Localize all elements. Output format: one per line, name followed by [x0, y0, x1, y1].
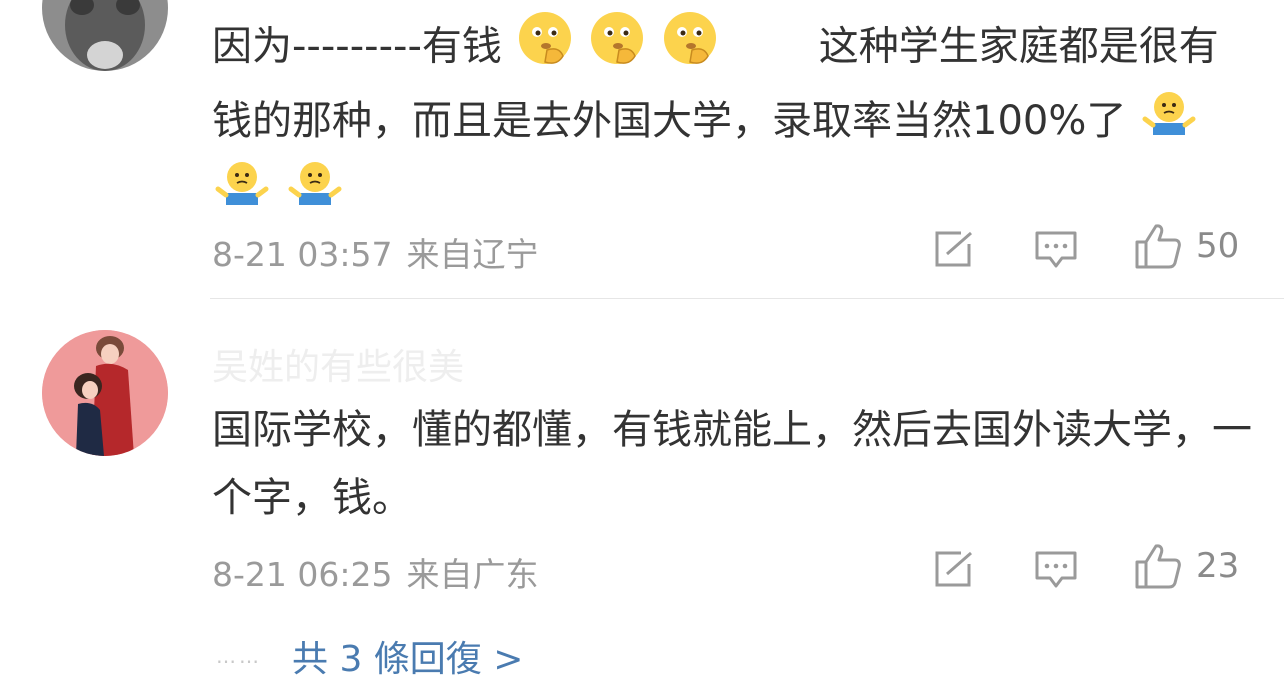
thinking-emoji-icon — [662, 10, 718, 87]
comment-username[interactable]: 吴姓的有些很美 — [212, 338, 464, 390]
thumbs-up-icon — [1135, 224, 1181, 269]
avatar[interactable] — [42, 0, 168, 71]
comment-location: 来自广东 — [406, 555, 539, 594]
reply-button[interactable] — [1034, 550, 1078, 590]
thumbs-up-icon — [1135, 544, 1181, 589]
like-button[interactable]: 50 — [1134, 222, 1239, 270]
shrug-emoji-icon — [287, 159, 343, 228]
comment-date: 8-21 06:25 — [212, 555, 393, 594]
view-replies-link[interactable]: 共 3 條回復 > — [292, 630, 523, 682]
shrug-emoji-icon — [1141, 89, 1197, 158]
shrug-emoji-icon — [214, 159, 270, 228]
comment-meta: 8-21 06:25 来自广东 — [212, 548, 553, 596]
avatar[interactable] — [42, 330, 168, 456]
comment-text: 因为---------有钱 这种学生家庭都是很有钱的那种，而且是去外国大学，录取… — [212, 10, 1252, 228]
reply-button[interactable] — [1034, 230, 1078, 270]
comment-meta: 8-21 03:57 来自辽宁 — [212, 228, 553, 276]
thinking-emoji-icon — [517, 10, 573, 87]
thinking-emoji-icon — [589, 10, 645, 87]
comment-text: 国际学校，懂的都懂，有钱就能上，然后去国外读大学，一个字，钱。 — [212, 407, 1252, 521]
ellipsis: …… — [216, 644, 262, 668]
divider — [210, 298, 1284, 299]
comment-icon — [1035, 231, 1077, 268]
like-count: 23 — [1196, 546, 1240, 586]
share-icon — [935, 231, 972, 267]
like-button[interactable]: 23 — [1134, 542, 1239, 590]
comment-icon — [1035, 551, 1077, 588]
comment-date: 8-21 03:57 — [212, 235, 393, 274]
like-count: 50 — [1196, 226, 1240, 266]
share-button[interactable] — [933, 550, 975, 588]
view-replies[interactable]: …… 共 3 條回復 > — [216, 630, 523, 682]
share-button[interactable] — [933, 230, 975, 268]
share-icon — [935, 551, 972, 587]
comment-location: 来自辽宁 — [406, 235, 539, 274]
